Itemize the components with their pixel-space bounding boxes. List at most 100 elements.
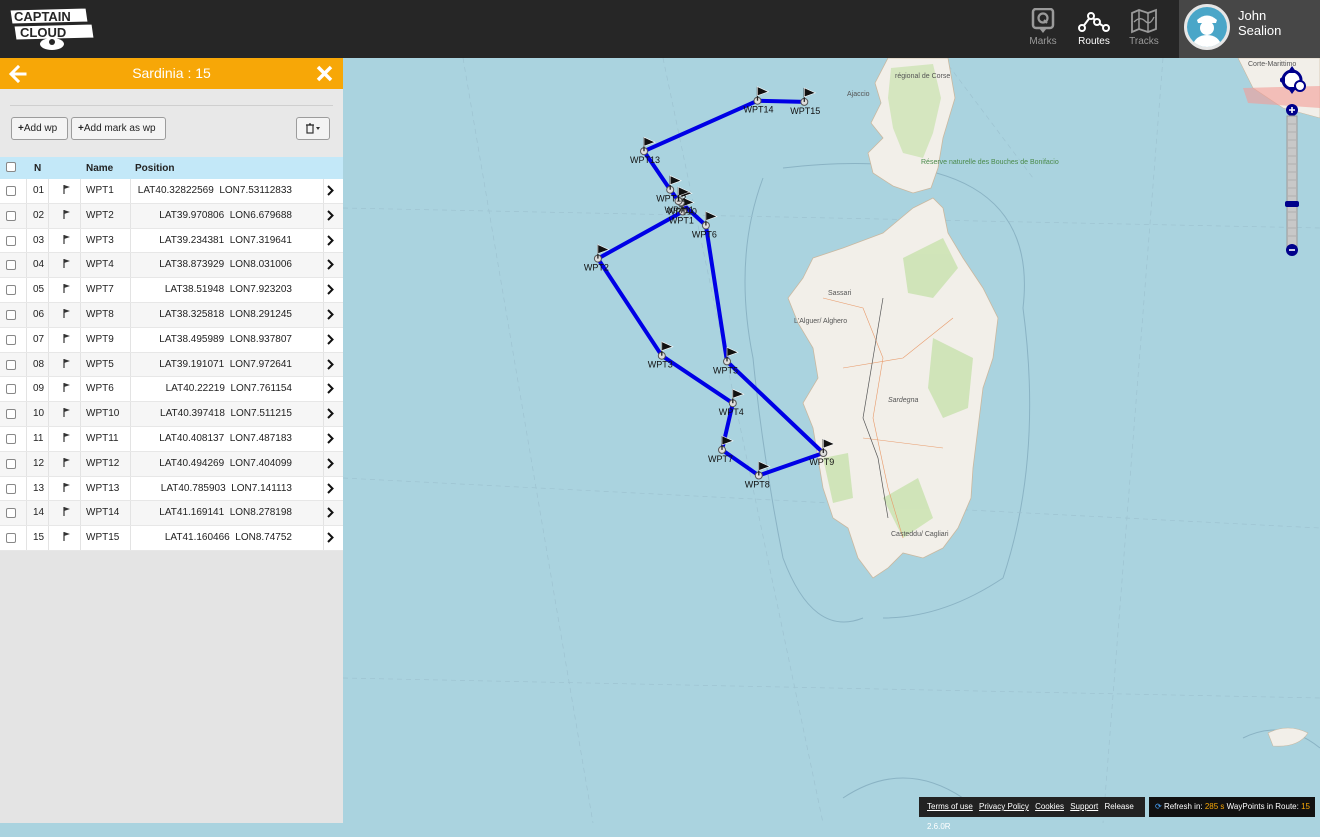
table-row[interactable]: 15 WPT15 LAT41.160466 LON8.74752 [0, 526, 343, 551]
waypoint-marker[interactable] [701, 211, 718, 230]
chevron-right-icon[interactable] [327, 259, 334, 271]
waypoint-name: WPT6 [86, 383, 114, 395]
user-menu[interactable]: John Sealion [1179, 0, 1320, 58]
waypoint-flag-icon[interactable] [62, 382, 71, 393]
column-divider [323, 228, 324, 253]
table-row[interactable]: 01 WPT1 LAT40.32822569 LON7.53112833 [0, 179, 343, 204]
row-checkbox[interactable] [6, 186, 16, 196]
add-mark-as-waypoint-button[interactable]: +Add mark as wp [71, 117, 166, 140]
table-row[interactable]: 08 WPT5 LAT39.191071 LON7.972641 [0, 352, 343, 378]
table-row[interactable]: 03 WPT3 LAT39.234381 LON7.319641 [0, 228, 343, 254]
table-row[interactable]: 07 WPT9 LAT38.495989 LON8.937807 [0, 327, 343, 353]
refresh-countdown: 285 s [1204, 802, 1225, 811]
row-checkbox[interactable] [6, 285, 16, 296]
captain-cloud-logo[interactable]: CAPTAIN CLOUD [6, 4, 96, 52]
table-row[interactable]: 06 WPT8 LAT38.325818 LON8.291245 [0, 302, 343, 328]
row-checkbox[interactable] [6, 483, 16, 494]
waypoint-flag-icon[interactable] [62, 308, 71, 319]
table-row[interactable]: 12 WPT12 LAT40.494269 LON7.404099 [0, 451, 343, 477]
add-waypoint-button[interactable]: +Add wp [11, 117, 68, 140]
waypoint-lon: LON7.923203 [229, 284, 292, 296]
row-checkbox[interactable] [6, 458, 16, 469]
row-checkbox[interactable] [6, 533, 16, 544]
waypoint-name: WPT13 [86, 482, 120, 494]
chevron-right-icon[interactable] [327, 433, 334, 444]
chevron-right-icon[interactable] [327, 383, 334, 395]
table-row[interactable]: 02 WPT2 LAT39.970806 LON6.679688 [0, 203, 343, 229]
row-checkbox[interactable] [6, 309, 16, 320]
column-divider [26, 302, 27, 327]
waypoint-marker[interactable] [800, 87, 817, 106]
table-row[interactable]: 11 WPT11 LAT40.408137 LON7.487183 [0, 426, 343, 452]
waypoint-flag-icon[interactable] [62, 482, 71, 493]
cookies-link[interactable]: Cookies [1035, 802, 1064, 811]
waypoint-flag-icon[interactable] [62, 432, 71, 443]
chevron-right-icon[interactable] [327, 482, 334, 494]
waypoint-lon: LON7.487183 [229, 432, 292, 444]
waypoint-flag-icon[interactable] [62, 506, 71, 517]
chevron-right-icon[interactable] [327, 185, 334, 196]
select-all-checkbox[interactable] [6, 162, 16, 172]
chevron-right-icon[interactable] [327, 358, 334, 370]
waypoint-flag-icon[interactable] [62, 283, 71, 294]
privacy-link[interactable]: Privacy Policy [979, 802, 1029, 811]
waypoint-lon: LON8.74752 [235, 532, 292, 544]
waypoint-flag-icon[interactable] [62, 457, 71, 468]
waypoint-label: WPT3 [648, 360, 673, 370]
delete-dropdown-button[interactable] [296, 117, 330, 140]
row-checkbox[interactable] [6, 409, 16, 420]
waypoint-flag-icon[interactable] [62, 531, 71, 542]
chevron-right-icon[interactable] [327, 408, 334, 419]
waypoints-count: 15 [1301, 802, 1310, 811]
row-checkbox[interactable] [6, 235, 16, 246]
table-row[interactable]: 13 WPT13 LAT40.785903 LON7.141113 [0, 476, 343, 502]
map-view[interactable]: régional de Corse Ajaccio Réserve nature… [343, 58, 1320, 823]
pan-right-button[interactable] [1294, 80, 1306, 92]
waypoint-marker[interactable] [718, 435, 734, 454]
nav-tracks[interactable]: Tracks [1121, 6, 1167, 52]
chevron-right-icon[interactable] [327, 532, 334, 543]
column-divider [48, 302, 49, 327]
waypoint-flag-icon[interactable] [62, 407, 71, 418]
zoom-slider-handle[interactable] [1285, 201, 1299, 207]
support-link[interactable]: Support [1070, 802, 1098, 811]
table-row[interactable]: 14 WPT14 LAT41.169141 LON8.278198 [0, 501, 343, 527]
zoom-in-button[interactable] [1286, 104, 1298, 116]
waypoint-flag-icon[interactable] [62, 209, 71, 220]
waypoint-flag-icon[interactable] [62, 184, 71, 195]
chevron-right-icon[interactable] [327, 334, 334, 345]
close-icon[interactable] [316, 65, 333, 82]
table-row[interactable]: 10 WPT10 LAT40.397418 LON7.511215 [0, 402, 343, 427]
column-divider [48, 526, 49, 550]
row-checkbox[interactable] [6, 433, 16, 444]
column-divider [323, 451, 324, 476]
waypoint-flag-icon[interactable] [62, 358, 71, 369]
table-row[interactable]: 05 WPT7 LAT38.51948 LON7.923203 [0, 278, 343, 303]
map-canvas[interactable]: régional de Corse Ajaccio Réserve nature… [343, 58, 1320, 823]
chevron-right-icon[interactable] [327, 507, 334, 519]
chevron-right-icon[interactable] [327, 210, 334, 221]
row-checkbox[interactable] [6, 334, 16, 345]
row-checkbox[interactable] [6, 210, 16, 221]
nav-routes[interactable]: Routes [1071, 6, 1117, 52]
row-checkbox[interactable] [6, 508, 16, 519]
waypoint-flag-icon[interactable] [62, 234, 71, 245]
table-row[interactable]: 04 WPT4 LAT38.873929 LON8.031006 [0, 253, 343, 279]
row-checkbox[interactable] [6, 384, 16, 395]
waypoint-position: LAT38.873929 LON8.031006 [130, 259, 292, 270]
chevron-right-icon[interactable] [327, 284, 334, 295]
table-row[interactable]: 09 WPT6 LAT40.22219 LON7.761154 [0, 377, 343, 403]
waypoint-flag-icon[interactable] [62, 258, 71, 269]
waypoint-name: WPT11 [86, 432, 119, 444]
waypoint-marker[interactable] [728, 388, 745, 408]
chevron-right-icon[interactable] [327, 234, 334, 246]
nav-marks[interactable]: Marks [1020, 6, 1066, 52]
terms-link[interactable]: Terms of use [927, 802, 973, 811]
refresh-icon[interactable]: ⟳ [1155, 802, 1162, 811]
chevron-right-icon[interactable] [327, 309, 334, 320]
zoom-out-button[interactable] [1286, 244, 1298, 256]
waypoint-flag-icon[interactable] [62, 333, 71, 344]
row-checkbox[interactable] [6, 260, 16, 271]
row-checkbox[interactable] [6, 359, 16, 370]
chevron-right-icon[interactable] [327, 458, 334, 469]
